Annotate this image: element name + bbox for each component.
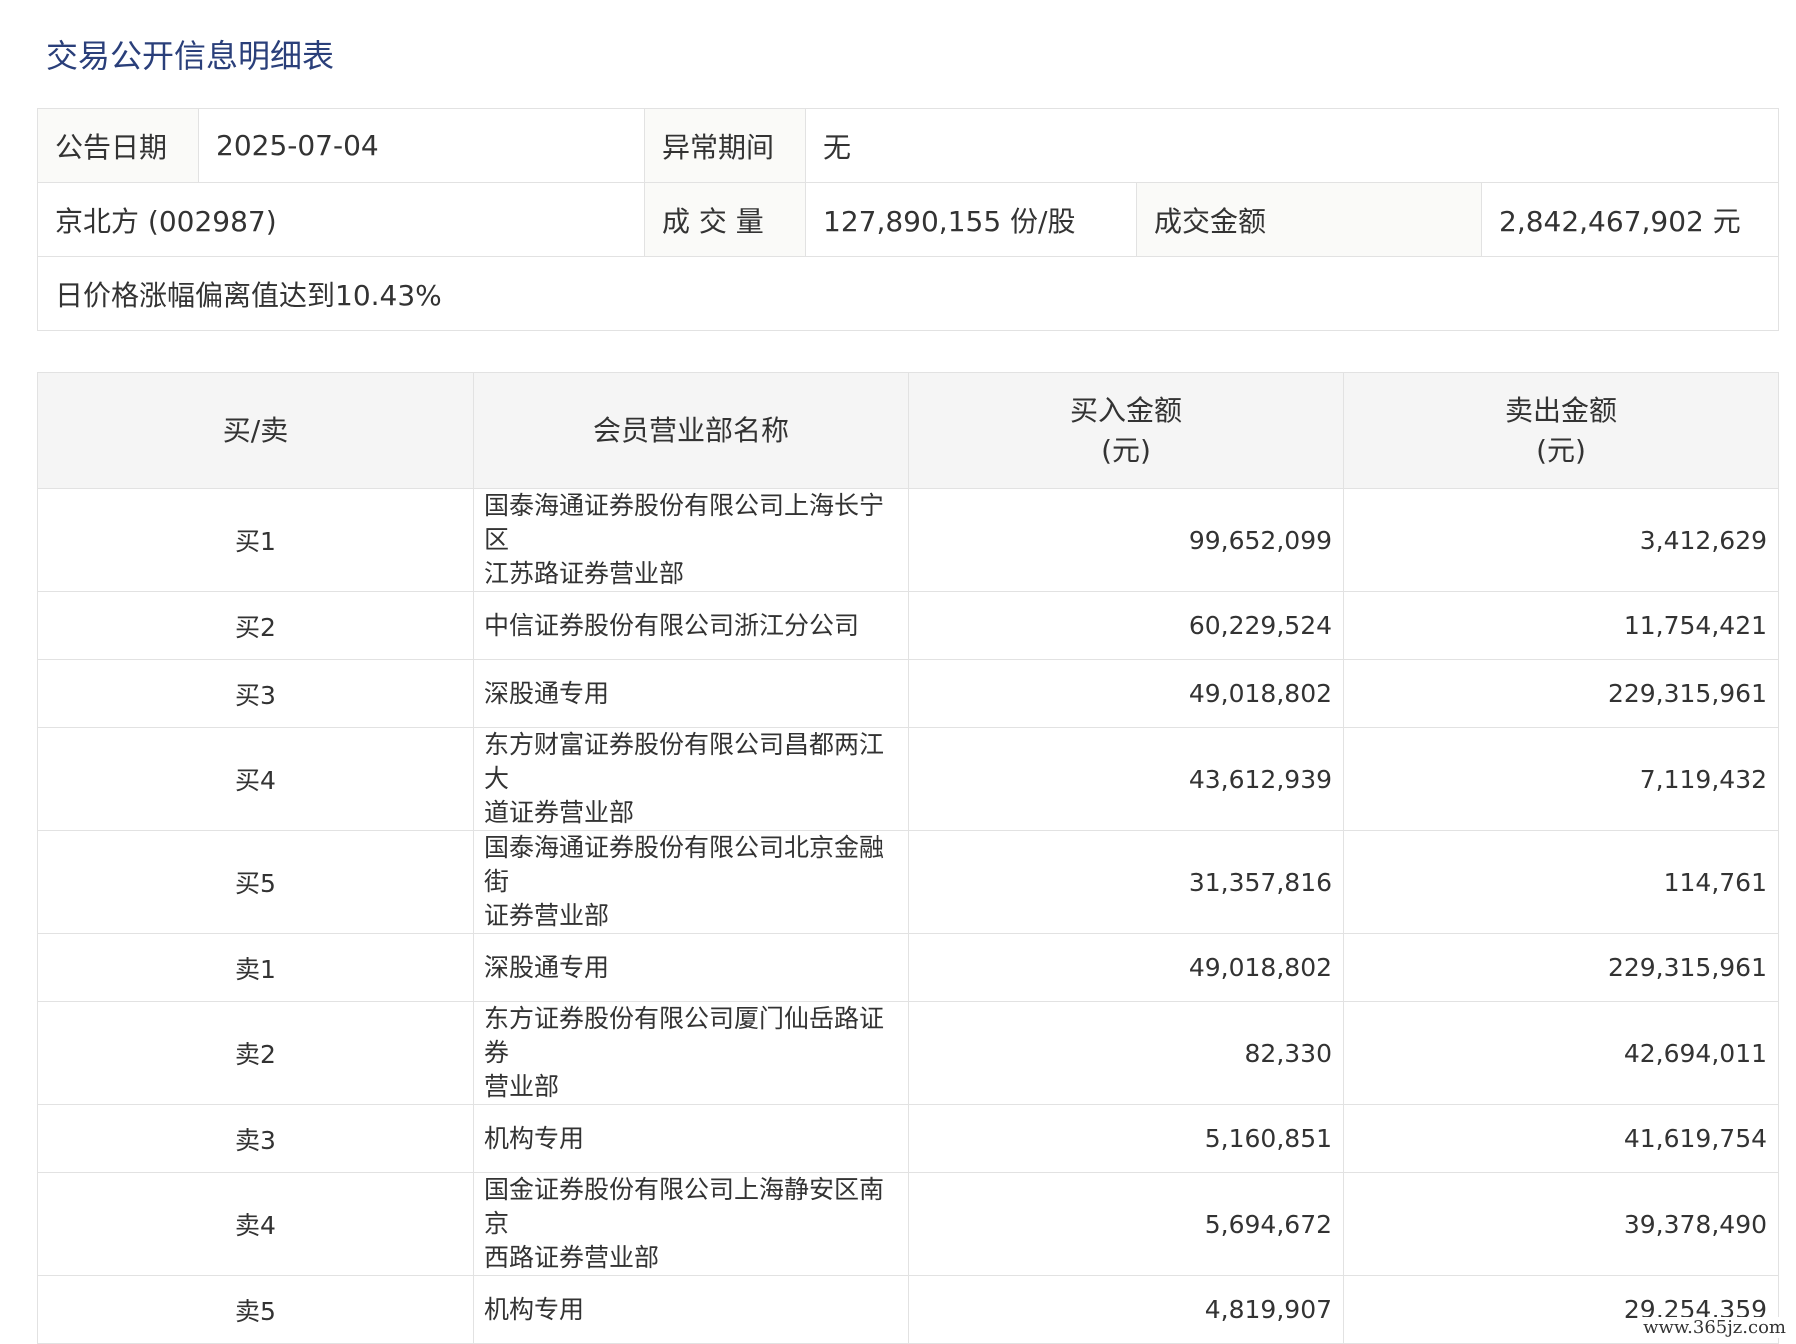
table-header-row: 买/卖 会员营业部名称 买入金额 (元) 卖出金额 (元) xyxy=(37,372,1779,489)
row-member-name: 机构专用 xyxy=(473,1275,909,1344)
announce-date-label: 公告日期 xyxy=(37,108,199,183)
row-side: 买2 xyxy=(37,591,474,660)
table-row: 卖4 国金证券股份有限公司上海静安区南京西路证券营业部 5,694,672 39… xyxy=(37,1172,1779,1276)
row-member-name: 东方财富证券股份有限公司昌都两江大道证券营业部 xyxy=(473,727,909,831)
info-row-date: 公告日期 2025-07-04 异常期间 无 xyxy=(37,108,1780,183)
table-row: 买4 东方财富证券股份有限公司昌都两江大道证券营业部 43,612,939 7,… xyxy=(37,727,1779,831)
row-member-name: 深股通专用 xyxy=(473,659,909,728)
row-side: 买5 xyxy=(37,830,474,934)
row-buy-amount: 49,018,802 xyxy=(908,933,1344,1002)
stock-name: 京北方 (002987) xyxy=(37,182,645,257)
info-table: 公告日期 2025-07-04 异常期间 无 京北方 (002987) 成 交 … xyxy=(36,108,1780,331)
watermark: www.365jz.com xyxy=(1639,1317,1790,1338)
reason-text: 日价格涨幅偏离值达到10.43% xyxy=(36,256,1780,331)
row-buy-amount: 5,160,851 xyxy=(908,1104,1344,1173)
amount-value: 2,842,467,902 元 xyxy=(1480,182,1780,257)
row-sell-amount: 3,412,629 xyxy=(1343,488,1779,592)
row-member-name: 国泰海通证券股份有限公司北京金融街证券营业部 xyxy=(473,830,909,934)
row-buy-amount: 43,612,939 xyxy=(908,727,1344,831)
row-buy-amount: 49,018,802 xyxy=(908,659,1344,728)
row-member-name: 东方证券股份有限公司厦门仙岳路证券营业部 xyxy=(473,1001,909,1105)
row-sell-amount: 114,761 xyxy=(1343,830,1779,934)
member-name-line1: 东方财富证券股份有限公司昌都两江大 xyxy=(484,730,885,793)
member-name-line1: 中信证券股份有限公司浙江分公司 xyxy=(484,610,860,640)
member-name-line1: 东方证券股份有限公司厦门仙岳路证券 xyxy=(484,1004,885,1067)
row-buy-amount: 31,357,816 xyxy=(908,830,1344,934)
member-name-line1: 国泰海通证券股份有限公司上海长宁区 xyxy=(484,491,885,554)
table-row: 买3 深股通专用 49,018,802 229,315,961 xyxy=(37,659,1779,728)
row-side: 卖2 xyxy=(37,1001,474,1105)
row-buy-amount: 99,652,099 xyxy=(908,488,1344,592)
row-member-name: 国泰海通证券股份有限公司上海长宁区江苏路证券营业部 xyxy=(473,488,909,592)
row-member-name: 深股通专用 xyxy=(473,933,909,1002)
header-sell-amount: 卖出金额 (元) xyxy=(1343,372,1779,489)
table-row: 卖2 东方证券股份有限公司厦门仙岳路证券营业部 82,330 42,694,01… xyxy=(37,1001,1779,1105)
row-side: 卖5 xyxy=(37,1275,474,1344)
member-name-line2: 证券营业部 xyxy=(484,901,610,930)
row-sell-amount: 39,378,490 xyxy=(1343,1172,1779,1276)
member-name-line2: 道证券营业部 xyxy=(484,798,635,827)
header-member: 会员营业部名称 xyxy=(473,372,909,489)
row-side: 买4 xyxy=(37,727,474,831)
row-sell-amount: 7,119,432 xyxy=(1343,727,1779,831)
row-sell-amount: 229,315,961 xyxy=(1343,933,1779,1002)
member-name-line2: 江苏路证券营业部 xyxy=(484,559,685,588)
header-sell-line1: 卖出金额 xyxy=(1504,393,1617,427)
row-member-name: 中信证券股份有限公司浙江分公司 xyxy=(473,591,909,660)
header-sell-line2: (元) xyxy=(1536,433,1586,467)
row-member-name: 国金证券股份有限公司上海静安区南京西路证券营业部 xyxy=(473,1172,909,1276)
row-side: 卖3 xyxy=(37,1104,474,1173)
table-row: 卖1 深股通专用 49,018,802 229,315,961 xyxy=(37,933,1779,1002)
header-buy-line1: 买入金额 xyxy=(1069,393,1182,427)
row-buy-amount: 60,229,524 xyxy=(908,591,1344,660)
row-side: 卖4 xyxy=(37,1172,474,1276)
amount-label: 成交金额 xyxy=(1136,182,1482,257)
row-sell-amount: 229,315,961 xyxy=(1343,659,1779,728)
abnormal-period-label: 异常期间 xyxy=(644,108,806,183)
row-sell-amount: 41,619,754 xyxy=(1343,1104,1779,1173)
member-name-line1: 深股通专用 xyxy=(484,678,610,708)
member-name-line1: 机构专用 xyxy=(484,1123,585,1153)
row-member-name: 机构专用 xyxy=(473,1104,909,1173)
row-side: 买1 xyxy=(37,488,474,592)
volume-value: 127,890,155 份/股 xyxy=(805,182,1137,257)
row-sell-amount: 42,694,011 xyxy=(1343,1001,1779,1105)
member-trade-table: 买/卖 会员营业部名称 买入金额 (元) 卖出金额 (元) 买1 国泰海通证券股… xyxy=(37,372,1779,1344)
table-row: 卖5 机构专用 4,819,907 29,254,359 xyxy=(37,1275,1779,1344)
member-name-line2: 营业部 xyxy=(484,1072,560,1101)
row-side: 卖1 xyxy=(37,933,474,1002)
row-sell-amount: 11,754,421 xyxy=(1343,591,1779,660)
header-side: 买/卖 xyxy=(37,372,474,489)
row-buy-amount: 4,819,907 xyxy=(908,1275,1344,1344)
page-title: 交易公开信息明细表 xyxy=(46,37,335,75)
member-name-line1: 国泰海通证券股份有限公司北京金融街 xyxy=(484,833,885,896)
announce-date-value: 2025-07-04 xyxy=(198,108,645,183)
info-row-reason: 日价格涨幅偏离值达到10.43% xyxy=(36,256,1780,331)
abnormal-period-value: 无 xyxy=(804,108,1780,183)
member-name-line1: 国金证券股份有限公司上海静安区南京 xyxy=(484,1175,885,1238)
row-buy-amount: 82,330 xyxy=(908,1001,1344,1105)
header-buy-line2: (元) xyxy=(1101,433,1151,467)
info-row-trade: 京北方 (002987) 成 交 量 127,890,155 份/股 成交金额 … xyxy=(37,182,1780,257)
table-row: 卖3 机构专用 5,160,851 41,619,754 xyxy=(37,1104,1779,1173)
volume-label: 成 交 量 xyxy=(644,182,806,257)
member-name-line1: 深股通专用 xyxy=(484,952,610,982)
member-name-line2: 西路证券营业部 xyxy=(484,1243,660,1272)
table-row: 买2 中信证券股份有限公司浙江分公司 60,229,524 11,754,421 xyxy=(37,591,1779,660)
row-buy-amount: 5,694,672 xyxy=(908,1172,1344,1276)
member-name-line1: 机构专用 xyxy=(484,1294,585,1324)
table-row: 买5 国泰海通证券股份有限公司北京金融街证券营业部 31,357,816 114… xyxy=(37,830,1779,934)
table-row: 买1 国泰海通证券股份有限公司上海长宁区 江苏路证券营业部 99,652,099 … xyxy=(37,488,1779,592)
header-buy-amount: 买入金额 (元) xyxy=(908,372,1344,489)
row-side: 买3 xyxy=(37,659,474,728)
